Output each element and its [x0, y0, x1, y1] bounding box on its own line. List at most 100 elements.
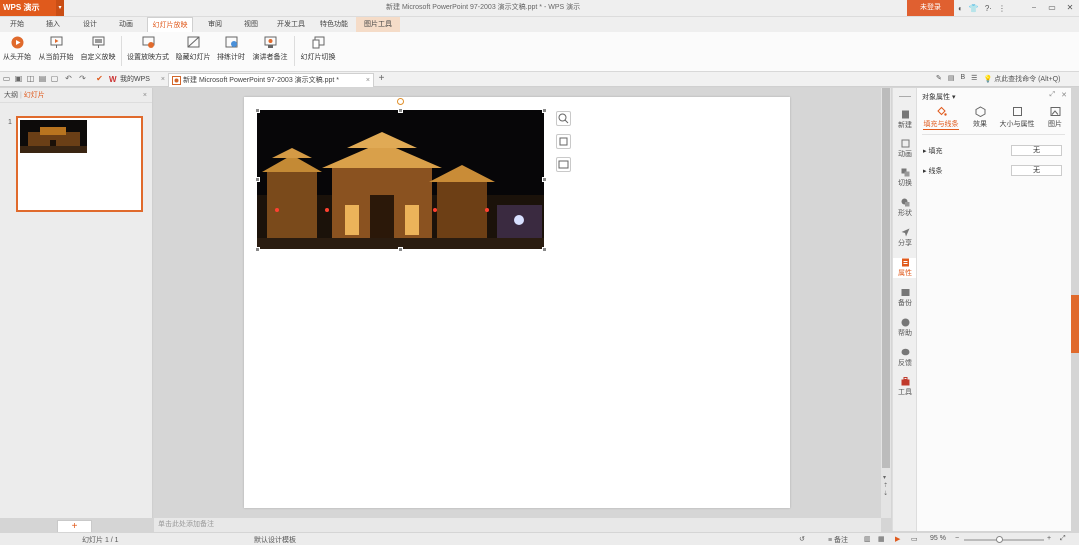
fill-value-select[interactable]: 无: [1011, 145, 1062, 156]
slideshow-view-icon[interactable]: ▭: [911, 535, 918, 543]
rotate-handle-icon[interactable]: [397, 98, 404, 105]
redo-icon[interactable]: ↷: [78, 74, 87, 84]
notes-field[interactable]: 单击此处添加备注: [154, 518, 881, 532]
tab-size-properties[interactable]: 大小与属性: [999, 106, 1035, 129]
crop-image-button[interactable]: [556, 134, 571, 149]
resize-handle[interactable]: [398, 108, 403, 113]
tab-effects[interactable]: 效果: [969, 106, 991, 129]
new-tab-icon[interactable]: +: [377, 74, 386, 84]
close-panel-icon[interactable]: ✕: [1061, 91, 1067, 99]
resize-handle[interactable]: [542, 177, 547, 182]
scrollbar-thumb[interactable]: [882, 88, 890, 468]
sidebar-item-feedback[interactable]: 反馈: [893, 348, 917, 368]
sidebar-item-properties[interactable]: 属性: [893, 258, 917, 278]
help-icon[interactable]: ?·: [985, 4, 992, 13]
tab-home[interactable]: 开始: [2, 17, 32, 32]
sorter-view-icon[interactable]: ▦: [878, 535, 885, 543]
sidebar-item-backup[interactable]: 备份: [893, 288, 917, 308]
close-tab-icon[interactable]: ×: [366, 74, 370, 87]
panel-resize-handle[interactable]: [1071, 295, 1079, 353]
skin-icon[interactable]: ◐: [958, 4, 963, 13]
custom-show-button[interactable]: 自定义放映: [79, 36, 117, 62]
tab-my-wps[interactable]: W 我的WPS ×: [106, 73, 168, 87]
save-icon[interactable]: ▣: [14, 74, 23, 84]
close-pane-icon[interactable]: ×: [143, 88, 147, 103]
image-layout-button[interactable]: [556, 157, 571, 172]
shirt-icon[interactable]: 👕: [969, 4, 979, 13]
tab-developer[interactable]: 开发工具: [272, 17, 310, 32]
normal-view-icon[interactable]: ▥: [864, 535, 871, 543]
night-building-photo[interactable]: [257, 110, 544, 249]
presenter-notes-button[interactable]: 演讲者备注: [250, 36, 290, 62]
zoom-slider[interactable]: [964, 539, 1044, 541]
zoom-image-button[interactable]: [556, 111, 571, 126]
maximize-button[interactable]: ▭: [1043, 0, 1061, 16]
customize-icon[interactable]: ✔: [95, 74, 104, 84]
hide-slide-button[interactable]: 隐藏幻灯片: [174, 36, 212, 62]
tab-animation[interactable]: 动画: [111, 17, 141, 32]
open-icon[interactable]: ▭: [2, 74, 11, 84]
close-window-button[interactable]: ✕: [1061, 0, 1079, 16]
sidebar-item-help[interactable]: 帮助: [893, 318, 917, 338]
close-tab-icon[interactable]: ×: [161, 73, 165, 86]
panel-title[interactable]: 对象属性 ▾: [922, 92, 955, 102]
tab-document[interactable]: 新建 Microsoft PowerPoint 97-2003 演示文稿.ppt…: [168, 73, 374, 87]
undo-icon[interactable]: ↶: [64, 74, 73, 84]
undo-status-icon[interactable]: ↺: [799, 535, 805, 543]
resize-handle[interactable]: [542, 247, 547, 252]
more-icon[interactable]: ⋮: [998, 4, 1006, 13]
template-name[interactable]: 默认设计模板: [254, 535, 296, 545]
resize-handle[interactable]: [398, 247, 403, 252]
line-section-toggle[interactable]: ▸ 线条: [923, 166, 942, 176]
sidebar-item-animation[interactable]: 动画: [893, 139, 917, 159]
fill-section-toggle[interactable]: ▸ 填充: [923, 146, 942, 156]
tab-special[interactable]: 特色功能: [315, 17, 353, 32]
zoom-in-button[interactable]: +: [1047, 535, 1051, 542]
dock-icon[interactable]: ⤢: [1050, 91, 1056, 99]
zoom-level[interactable]: 95 %: [930, 535, 946, 542]
play-from-start-button[interactable]: 从头开始: [2, 36, 32, 62]
play-from-current-button[interactable]: 从当前开始: [36, 36, 76, 62]
resize-handle[interactable]: [255, 247, 260, 252]
app-menu-dropdown-icon[interactable]: ▾: [56, 0, 64, 16]
tab-slides[interactable]: 幻灯片: [24, 92, 45, 99]
setup-show-button[interactable]: 设置放映方式: [125, 36, 171, 62]
zoom-out-button[interactable]: −: [955, 535, 959, 542]
minimize-button[interactable]: ⎯: [1025, 0, 1043, 16]
slide-canvas[interactable]: [244, 97, 790, 508]
fit-window-icon[interactable]: ⤢: [1060, 535, 1066, 543]
tab-slideshow[interactable]: 幻灯片放映: [147, 17, 193, 32]
sidebar-item-shape[interactable]: 形状: [893, 198, 917, 218]
resize-handle[interactable]: [542, 108, 547, 113]
tab-fill-line[interactable]: 填充与线条: [923, 106, 959, 130]
sidebar-item-new[interactable]: 新建: [893, 110, 917, 130]
app-menu-button[interactable]: WPS 演示: [0, 0, 56, 16]
tab-picture-tools[interactable]: 图片工具: [356, 17, 400, 32]
slide-thumbnail[interactable]: [16, 116, 143, 212]
sidebar-item-transition[interactable]: 切换: [893, 168, 917, 188]
tab-picture[interactable]: 图片: [1045, 106, 1065, 129]
bold-tool-icon[interactable]: B: [961, 74, 966, 84]
rehearse-timing-button[interactable]: 排练计时: [215, 36, 247, 62]
pen-icon[interactable]: ✎: [936, 74, 942, 84]
export-pdf-icon[interactable]: ◫: [26, 74, 35, 84]
vertical-scrollbar[interactable]: ▾ ⇡ ⇣: [881, 88, 891, 518]
sidebar-item-tools[interactable]: 工具: [893, 377, 917, 397]
tab-outline[interactable]: 大纲: [4, 92, 18, 99]
tab-review[interactable]: 审阅: [200, 17, 230, 32]
notes-toggle[interactable]: ≡ 备注: [828, 535, 848, 545]
list-icon[interactable]: ☰: [971, 74, 977, 84]
tab-insert[interactable]: 插入: [38, 17, 68, 32]
sidebar-item-share[interactable]: 分享: [893, 228, 917, 248]
reading-view-icon[interactable]: ▶: [895, 535, 900, 543]
print-preview-icon[interactable]: ▢: [50, 74, 59, 84]
resize-handle[interactable]: [255, 177, 260, 182]
tab-design[interactable]: 设计: [75, 17, 105, 32]
resize-handle[interactable]: [255, 108, 260, 113]
format-icon[interactable]: ▤: [948, 74, 955, 84]
login-button[interactable]: 未登录: [907, 0, 954, 16]
zoom-slider-knob[interactable]: [996, 536, 1003, 543]
line-value-select[interactable]: 无: [1011, 165, 1062, 176]
scroll-arrows-icon[interactable]: ▾ ⇡ ⇣: [883, 474, 888, 498]
tab-view[interactable]: 视图: [236, 17, 266, 32]
